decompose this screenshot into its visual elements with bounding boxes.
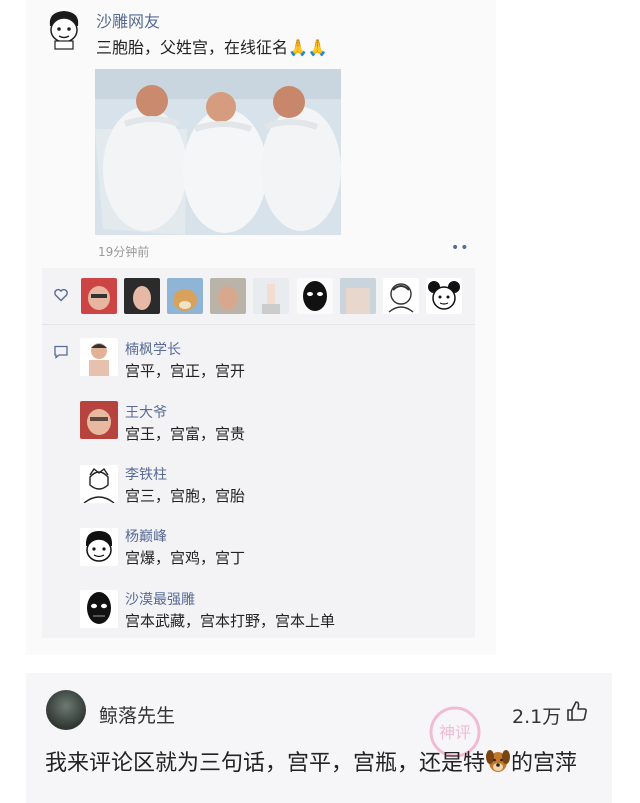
like-avatar[interactable]	[253, 278, 289, 314]
like-avatar[interactable]	[210, 278, 246, 314]
comment-avatar[interactable]	[80, 401, 118, 439]
reply-text: 我来评论区就为三句话，宫平，宫瓶，还是特 的宫萍	[45, 745, 605, 783]
comment-avatar[interactable]	[80, 338, 118, 376]
comment-name[interactable]: 王大爷	[125, 402, 167, 422]
author-avatar[interactable]	[44, 8, 84, 50]
heart-icon	[54, 288, 68, 302]
comment-name[interactable]: 李铁柱	[125, 464, 167, 484]
like-avatar[interactable]	[297, 278, 333, 314]
comment-text: 宫王，宫富，宫贵	[125, 425, 246, 443]
comment-name[interactable]: 杨巅峰	[125, 526, 167, 546]
like-avatar[interactable]	[340, 278, 376, 314]
post-time: 19分钟前	[98, 245, 150, 259]
comment-avatar[interactable]	[80, 590, 118, 628]
thumbs-up-icon[interactable]	[566, 700, 588, 722]
comment-text: 宫本武藏，宫本打野，宫本上单	[125, 612, 336, 630]
reply-like-count: 2.1万	[512, 706, 562, 728]
comment-avatar[interactable]	[80, 528, 118, 566]
reply-author[interactable]: 鲸落先生	[99, 701, 175, 728]
comment-icon	[54, 345, 68, 359]
comment-name[interactable]: 沙漠最强雕	[125, 589, 195, 609]
reply-text-part: 的宫萍	[511, 751, 578, 776]
author-name[interactable]: 沙雕网友	[96, 8, 160, 32]
comment-text: 宫平，宫正，宫开	[125, 362, 246, 380]
comment-text: 宫爆，宫鸡，宫丁	[125, 549, 246, 567]
like-avatar[interactable]	[81, 278, 117, 314]
like-avatar[interactable]	[167, 278, 203, 314]
comment-avatar[interactable]	[80, 465, 118, 503]
like-avatar[interactable]	[124, 278, 160, 314]
like-avatar[interactable]	[383, 278, 419, 314]
reply-avatar[interactable]	[46, 690, 86, 730]
comment-text: 宫三，宫胞，宫胎	[125, 487, 246, 505]
more-icon[interactable]: ••	[451, 240, 470, 256]
hot-comment-card	[26, 673, 612, 803]
divider	[42, 324, 475, 325]
post-text: 三胞胎，父姓宫，在线征名🙏🙏	[96, 38, 328, 57]
watermark-text: 神评	[439, 723, 471, 742]
post-photo[interactable]	[95, 69, 341, 235]
dog-face-icon	[486, 750, 511, 772]
like-avatar[interactable]	[426, 278, 462, 314]
reply-text-part: 我来评论区就为三句话，宫平，宫瓶，还是特	[45, 751, 486, 776]
comment-name[interactable]: 楠枫学长	[125, 339, 181, 359]
